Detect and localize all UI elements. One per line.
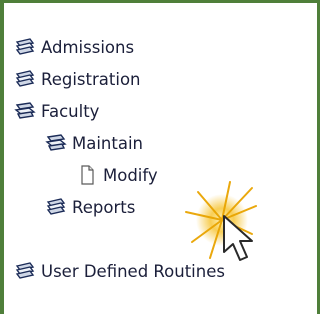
tree-item-label: Modify xyxy=(103,165,158,185)
menu-tree-panel: Admissions Registration Faculty Maintain… xyxy=(0,0,320,314)
menu-tree: Admissions Registration Faculty Maintain… xyxy=(4,3,317,314)
tree-item-modify[interactable]: Modify xyxy=(76,162,158,188)
books-icon xyxy=(14,261,36,281)
tree-item-label: Faculty xyxy=(41,101,100,121)
page-icon xyxy=(76,165,98,185)
tree-item-label: Reports xyxy=(72,197,136,217)
tree-item-admissions[interactable]: Admissions xyxy=(14,34,134,60)
tree-item-registration[interactable]: Registration xyxy=(14,66,141,92)
books-open-icon xyxy=(45,133,67,153)
tree-item-label: Maintain xyxy=(72,133,144,153)
books-icon xyxy=(45,197,67,217)
tree-item-faculty[interactable]: Faculty xyxy=(14,98,99,124)
tree-item-label: Admissions xyxy=(41,37,135,57)
books-icon xyxy=(14,69,36,89)
books-open-icon xyxy=(14,101,36,121)
tree-item-maintain[interactable]: Maintain xyxy=(45,130,143,156)
tree-item-label: Registration xyxy=(41,69,141,89)
books-icon xyxy=(14,37,36,57)
tree-item-label: User Defined Routines xyxy=(41,261,225,281)
mouse-pointer-icon xyxy=(223,215,253,261)
tree-item-reports[interactable]: Reports xyxy=(45,194,135,220)
tree-item-user-defined-routines[interactable]: User Defined Routines xyxy=(14,258,225,284)
